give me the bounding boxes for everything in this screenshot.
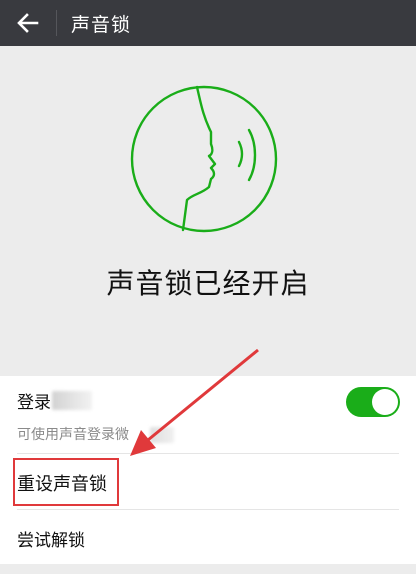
voice-lock-status-panel: 声音锁已经开启 bbox=[0, 46, 416, 376]
login-label: 登录 bbox=[17, 393, 51, 413]
voice-lock-status-text: 声音锁已经开启 bbox=[106, 267, 310, 300]
back-arrow-icon bbox=[17, 13, 39, 33]
login-description: 可使用声音登录微 bbox=[17, 427, 129, 443]
settings-list: 登录 可使用声音登录微 重设声音锁 尝试解锁 bbox=[0, 376, 416, 564]
try-unlock-row[interactable]: 尝试解锁 bbox=[0, 510, 416, 564]
header-divider bbox=[56, 10, 57, 36]
blurred-text bbox=[52, 391, 92, 410]
back-button[interactable] bbox=[0, 0, 56, 46]
login-toggle[interactable] bbox=[346, 387, 400, 417]
highlight-box bbox=[13, 458, 119, 506]
try-unlock-label: 尝试解锁 bbox=[17, 531, 85, 551]
top-bar: 声音锁 bbox=[0, 0, 416, 46]
page-title: 声音锁 bbox=[71, 13, 132, 36]
blurred-text bbox=[150, 427, 174, 443]
voice-face-icon bbox=[130, 85, 278, 233]
toggle-knob bbox=[372, 389, 398, 415]
login-setting-row: 登录 可使用声音登录微 bbox=[0, 376, 416, 453]
